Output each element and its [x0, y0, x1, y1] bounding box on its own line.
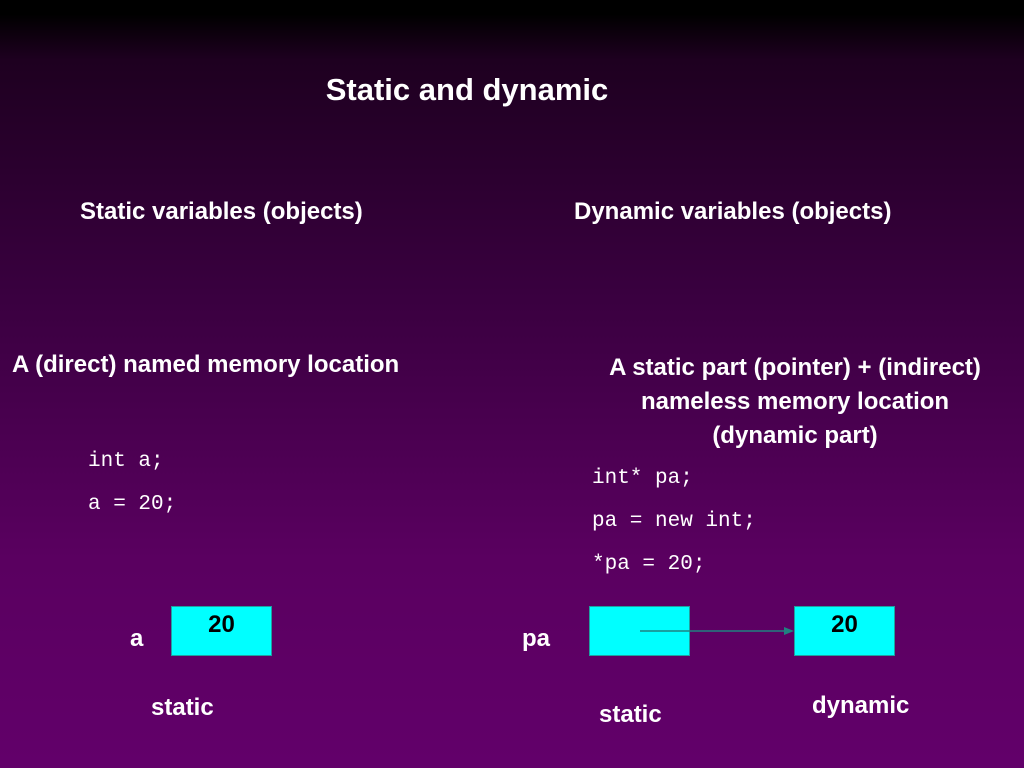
pointer-caption: static: [599, 701, 662, 728]
pointer-arrow: [640, 627, 794, 635]
dynamic-caption: dynamic: [812, 692, 910, 719]
pointer-arrow-head: [784, 627, 794, 635]
